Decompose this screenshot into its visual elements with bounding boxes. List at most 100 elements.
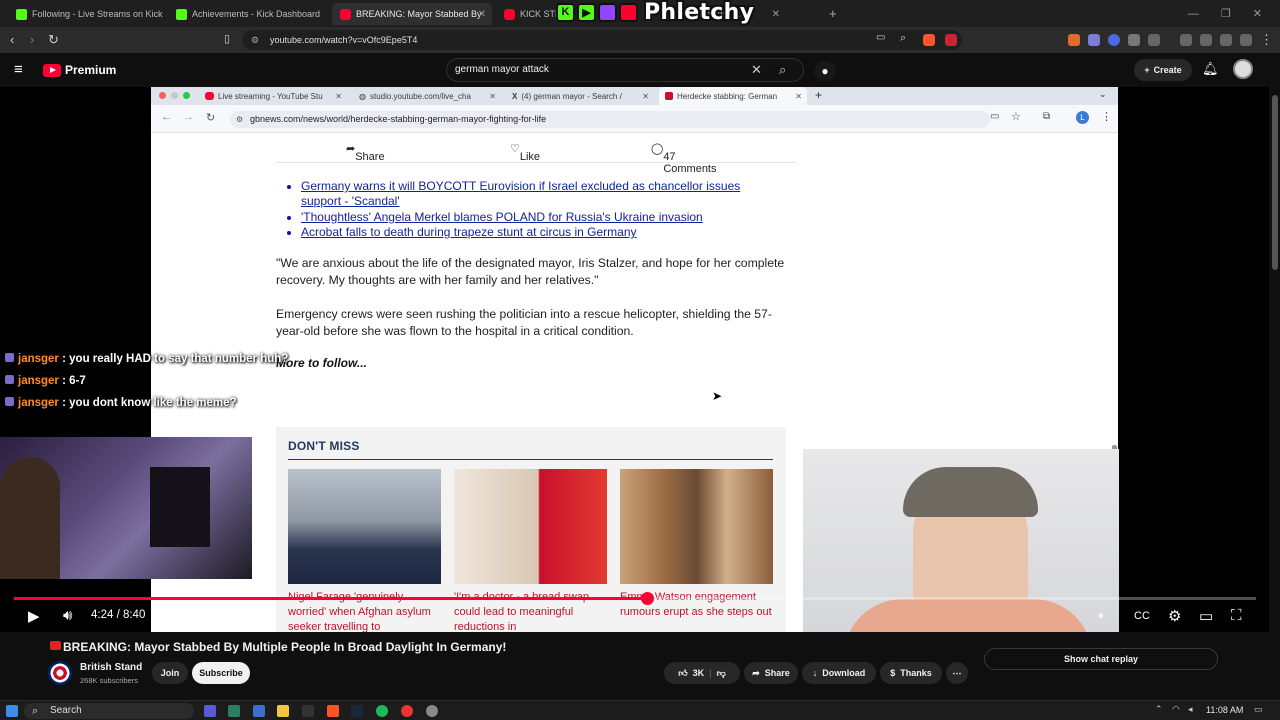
steam-icon[interactable] [351, 705, 363, 717]
back-icon[interactable]: ‹ [10, 32, 14, 47]
close-tab-icon[interactable]: ✕ [478, 9, 486, 20]
dont-miss-card: Nigel Farage 'genuinely worried' when Af… [288, 469, 441, 632]
new-tab-icon[interactable]: + [829, 6, 837, 21]
streamer-name: Phletchy [644, 0, 755, 25]
maximize-icon[interactable]: ❐ [1221, 7, 1231, 20]
browser-tab-active[interactable]: BREAKING: Mayor Stabbed By ✕ [332, 3, 492, 25]
article-paragraph: "We are anxious about the life of the de… [276, 256, 785, 287]
thumbs-down-icon[interactable]: 👎︎ [717, 668, 726, 679]
clear-search-icon[interactable]: ✕ [751, 59, 762, 81]
close-tab-icon[interactable]: ✕ [772, 9, 780, 20]
inner-tab-label: Live streaming - YouTube Stu [218, 91, 323, 101]
card-image [454, 469, 607, 584]
extensions-icon: ⧉ [1043, 111, 1051, 122]
youtube-play-icon [43, 63, 61, 77]
hamburger-menu-icon[interactable]: ≡ [14, 61, 23, 78]
inner-tab-label: Herdecke stabbing: German [677, 91, 778, 101]
task-view-icon[interactable] [253, 705, 265, 717]
dont-miss-section: DON'T MISS Nigel Farage 'genuinely worri… [276, 427, 786, 632]
inner-tab-label: (4) german mayor - Search / [521, 91, 622, 101]
thanks-button[interactable]: $ Thanks [880, 662, 942, 684]
spotify-icon[interactable] [376, 705, 388, 717]
split-view-icon[interactable] [1200, 34, 1212, 46]
youtube-logo[interactable]: Premium [43, 63, 116, 77]
browser-tab[interactable]: KICK STRE [496, 3, 556, 25]
file-explorer-icon[interactable] [277, 705, 289, 717]
share-button[interactable]: ➦ Share [744, 662, 798, 684]
progress-bar[interactable] [14, 592, 1256, 605]
widget-icon[interactable] [228, 705, 240, 717]
chat-message: jansger : you really HAD to say that num… [5, 353, 288, 365]
twitch-logo-icon [598, 2, 617, 22]
install-icon[interactable]: ▭ [876, 32, 885, 43]
site-info-icon[interactable]: ⚙ [251, 30, 259, 50]
url-field[interactable]: ⚙ youtube.com/watch?v=vOfc9Epe5T4 [242, 30, 962, 50]
join-button[interactable]: Join [152, 662, 188, 684]
app-icon[interactable] [426, 705, 438, 717]
notifications-bell-icon[interactable]: 🔔︎ [1202, 61, 1219, 77]
terminal-icon[interactable] [302, 705, 314, 717]
notification-center-icon[interactable]: ▭ [1254, 704, 1263, 715]
tray-chevron-icon[interactable]: ⌃ [1155, 704, 1163, 715]
reload-icon[interactable]: ↻ [48, 32, 59, 48]
extension-icon[interactable] [1068, 34, 1080, 46]
download-button[interactable]: ↓ Download [802, 662, 876, 684]
thanks-icon: $ [890, 668, 896, 678]
show-chat-replay-button[interactable]: Show chat replay [984, 648, 1218, 670]
autoplay-toggle-icon[interactable]: ⏸ [1098, 610, 1104, 623]
minimize-icon[interactable]: — [1188, 8, 1199, 20]
theater-mode-icon[interactable]: ▭ [1199, 607, 1213, 625]
create-button[interactable]: + Create [1134, 59, 1192, 81]
volume-icon[interactable]: 🔊︎ [63, 607, 72, 624]
subscribe-button[interactable]: Subscribe [192, 662, 250, 684]
vpn-icon[interactable] [1240, 34, 1252, 46]
play-icon[interactable]: ▶ [28, 607, 40, 625]
timecode: 4:24 / 8:40 [91, 609, 146, 621]
channel-avatar[interactable] [48, 661, 72, 685]
mac-zoom-icon [183, 92, 190, 99]
more-icon: ⋯ [952, 667, 962, 678]
extensions-puzzle-icon[interactable] [1128, 34, 1140, 46]
guest-webcam [803, 449, 1119, 632]
divider [288, 459, 773, 460]
channel-name[interactable]: British Stand [80, 662, 142, 673]
brave-shield-icon[interactable] [923, 34, 935, 46]
extension-icon[interactable] [1108, 34, 1120, 46]
speaker-icon[interactable]: ◂ [1188, 704, 1193, 715]
tab-label: KICK STRE [520, 9, 556, 19]
browser-tab[interactable]: Achievements - Kick Dashboard [168, 3, 328, 25]
bookmark-icon[interactable]: ▯ [224, 32, 230, 45]
search-input[interactable]: german mayor attack ✕ ⌕ [446, 58, 804, 82]
menu-icon[interactable]: ⋮ [1260, 32, 1273, 48]
search-icon[interactable]: ⌕ [779, 59, 786, 81]
browser-tab[interactable]: Following - Live Streams on Kick [8, 3, 168, 25]
sidebar-icon[interactable] [1148, 34, 1160, 46]
obs-icon[interactable] [401, 705, 413, 717]
forward-icon[interactable]: › [30, 32, 34, 47]
extension-icon[interactable] [1088, 34, 1100, 46]
related-link: Acrobat falls to death during trapeze st… [301, 225, 781, 240]
more-actions-button[interactable]: ⋯ [946, 662, 968, 684]
avatar[interactable] [1233, 59, 1253, 79]
settings-gear-icon[interactable]: ⚙ [1168, 607, 1181, 625]
close-window-icon[interactable]: ✕ [1253, 7, 1262, 20]
download-icon: ↓ [812, 668, 818, 678]
like-dislike-button[interactable]: 👍︎ 3K | 👎︎ [664, 662, 740, 684]
wifi-icon[interactable]: ◠ [1172, 704, 1180, 715]
fullscreen-icon[interactable]: ⛶ [1231, 607, 1242, 624]
zoom-icon[interactable]: ⌕ [900, 32, 906, 45]
brave-rewards-icon[interactable] [945, 34, 957, 46]
leo-ai-icon[interactable] [1220, 34, 1232, 46]
webcam-speaker [150, 467, 210, 547]
scrollbar-thumb[interactable] [1272, 95, 1278, 270]
microphone-icon[interactable]: ● [814, 61, 836, 81]
subtitles-icon[interactable]: CC [1134, 610, 1150, 622]
close-tab-icon: ✕ [795, 91, 802, 101]
copilot-icon[interactable] [204, 705, 216, 717]
brave-browser-icon[interactable] [327, 705, 339, 717]
chat-message: jansger : you dont know like the meme? [5, 397, 237, 409]
taskbar-search[interactable]: ⌕ Search [24, 703, 194, 719]
taskbar-clock[interactable]: 11:08 AM [1206, 705, 1243, 715]
music-icon[interactable] [1180, 34, 1192, 46]
windows-start-icon[interactable] [6, 705, 18, 717]
